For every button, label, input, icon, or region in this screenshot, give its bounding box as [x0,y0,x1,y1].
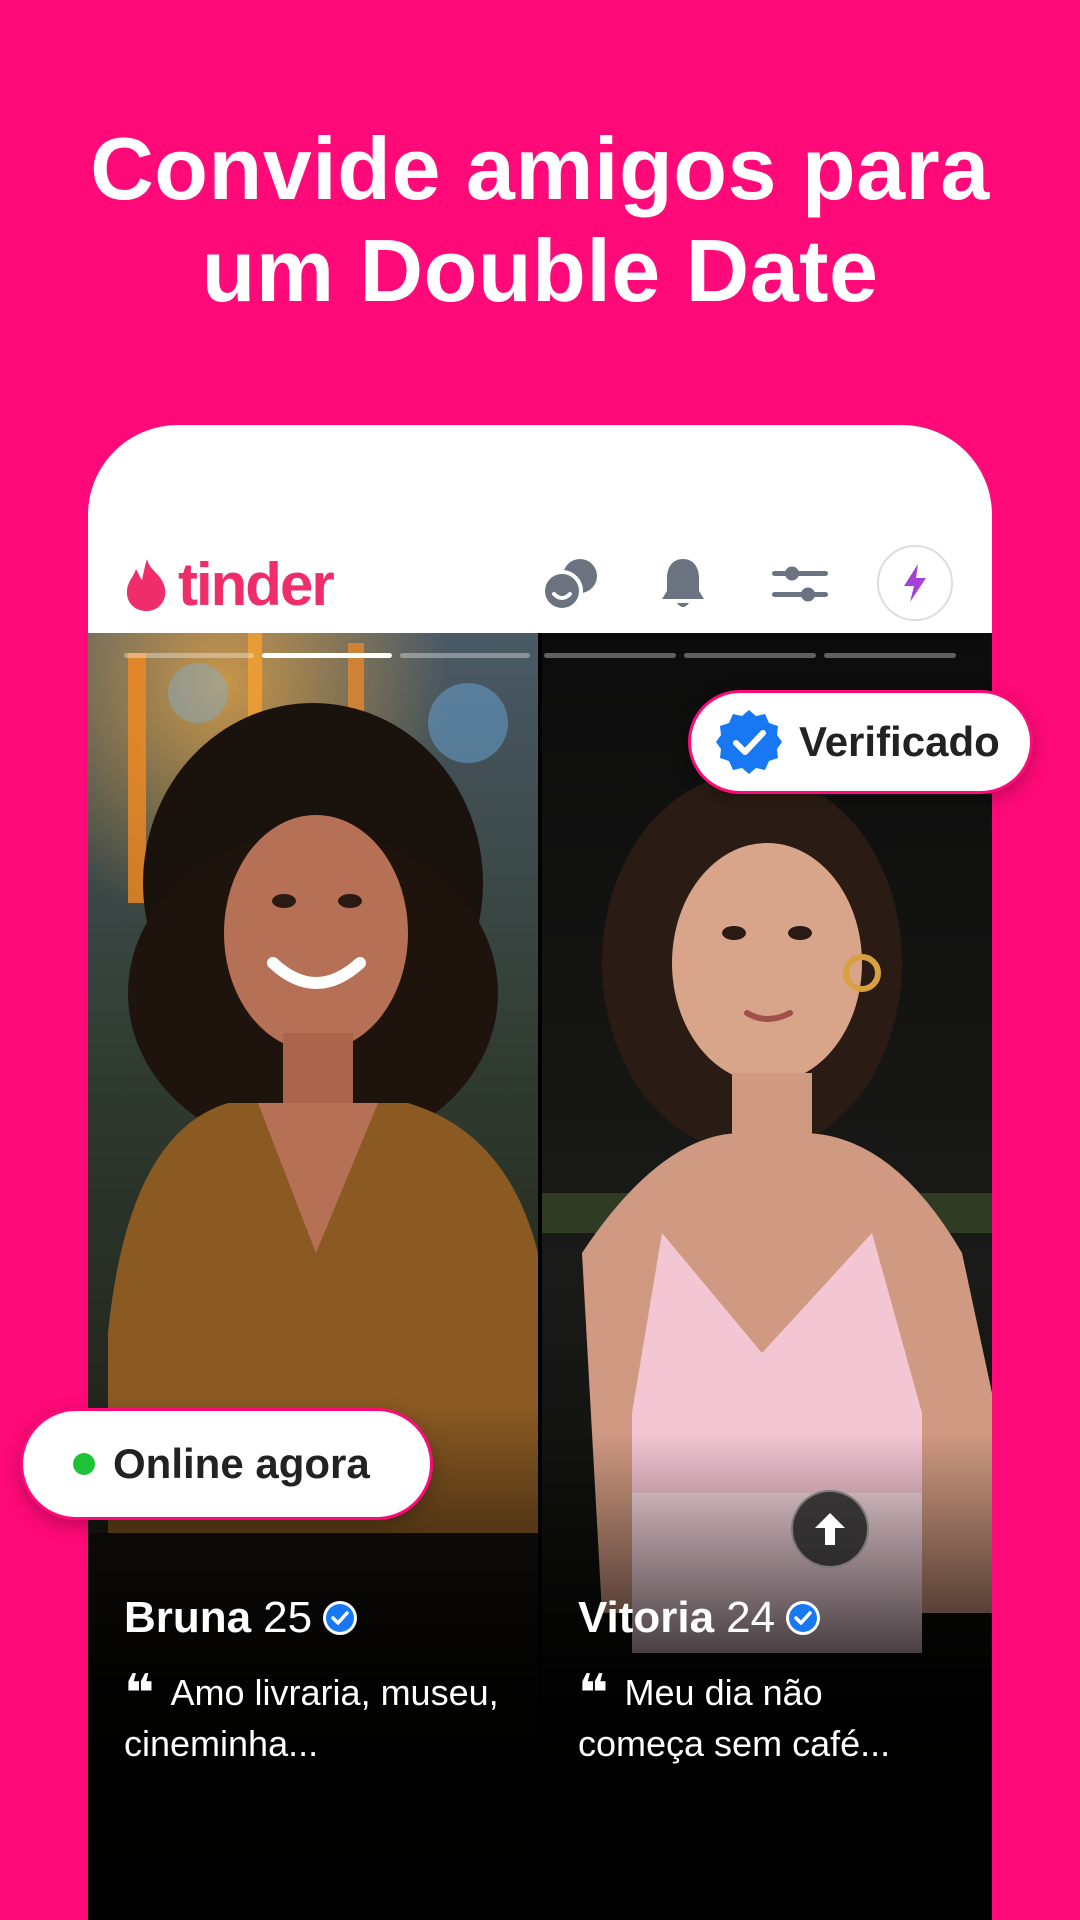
progress-segment [400,653,530,658]
profile-photos: Bruna 25 ❝ Amo livraria, museu, cineminha… [88,633,992,1920]
progress-segment-active [262,653,392,658]
profile-quote: ❝ Amo livraria, museu, cineminha... [124,1668,504,1769]
profile-name: Bruna [124,1593,252,1642]
photo-progress-right [544,653,956,658]
verified-pill: Verificado [688,690,1033,794]
profile-card-bruna[interactable]: Bruna 25 ❝ Amo livraria, museu, cineminha… [88,633,538,1920]
app-top-bar: tinder [88,525,992,635]
profile-bio: Amo livraria, museu, cineminha... [124,1672,499,1764]
arrow-up-icon [815,1513,845,1545]
headline-line-2: um Double Date [201,221,879,320]
verified-badge-icon [323,1601,358,1635]
verified-check-icon [716,710,782,774]
verified-label: Verificado [799,718,1000,765]
progress-segment [124,653,254,658]
headline: Convide amigos para um Double Date [0,118,1080,322]
profile-age: 24 [726,1593,776,1642]
profile-name-line: Bruna 25 [124,1593,358,1643]
tinder-logo[interactable]: tinder [124,551,335,618]
double-date-icon[interactable] [536,549,606,619]
profile-bio: Meu dia não começa sem café... [578,1672,891,1764]
logo-wordmark: tinder [178,551,335,618]
online-dot-icon [73,1453,95,1475]
phone-mockup: tinder Bruna 25 ❝ Amo livraria, museu, c… [88,425,992,1920]
online-pill: Online agora [20,1408,433,1520]
headline-line-1: Convide amigos para [90,119,990,218]
profile-name-line: Vitoria 24 [578,1593,821,1643]
boost-icon[interactable] [877,545,953,621]
profile-card-vitoria[interactable]: Vitoria 24 ❝ Meu dia não começa sem café.… [542,633,992,1920]
filters-icon[interactable] [765,549,835,619]
flame-icon [126,559,166,611]
expand-profile-button[interactable] [791,1490,869,1568]
online-label: Online agora [113,1440,370,1487]
progress-segment [684,653,816,658]
progress-segment [824,653,956,658]
bell-icon[interactable] [648,549,718,619]
verified-badge-icon [786,1601,821,1635]
progress-segment [544,653,676,658]
quote-icon: ❝ [124,1665,155,1723]
profile-age: 25 [263,1593,313,1642]
photo-progress-left [124,653,530,658]
profile-quote: ❝ Meu dia não começa sem café... [578,1668,958,1769]
profile-name: Vitoria [578,1593,715,1642]
quote-icon: ❝ [578,1665,609,1723]
